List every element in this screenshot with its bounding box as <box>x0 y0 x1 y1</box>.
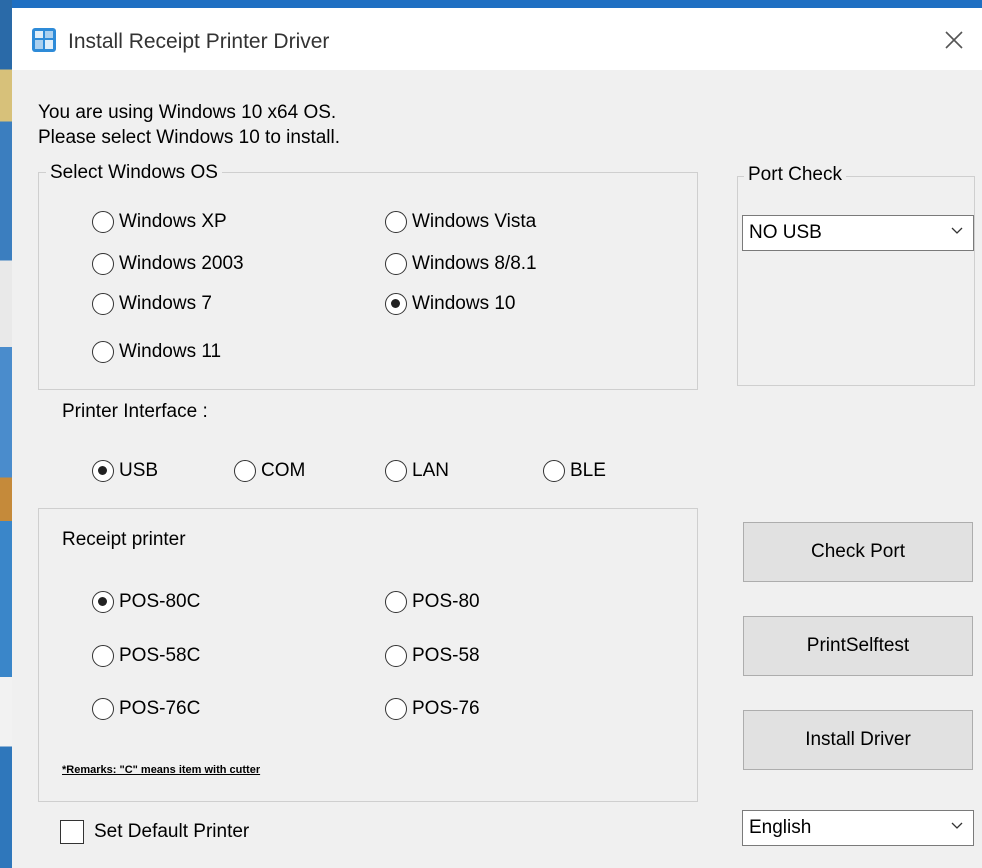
printer-option-pos-58[interactable]: POS-58 <box>385 645 480 667</box>
printer-interface-label: Printer Interface : <box>62 401 208 422</box>
printer-option-label: POS-58 <box>412 645 480 666</box>
radio-indicator <box>234 460 256 482</box>
port-check-group <box>737 176 975 386</box>
radio-indicator <box>92 645 114 667</box>
os-info-line2: Please select Windows 10 to install. <box>38 127 341 148</box>
os-option-label: Windows 8/8.1 <box>412 253 537 274</box>
os-option-windows-2003[interactable]: Windows 2003 <box>92 253 244 275</box>
print-selftest-button[interactable]: PrintSelftest <box>743 616 973 676</box>
radio-indicator-selected <box>92 460 114 482</box>
os-option-windows-xp[interactable]: Windows XP <box>92 211 227 233</box>
printer-option-label: POS-80 <box>412 591 480 612</box>
radio-indicator <box>385 460 407 482</box>
radio-indicator <box>385 645 407 667</box>
title-bar: Install Receipt Printer Driver <box>12 8 982 70</box>
printer-option-label: POS-80C <box>119 591 201 612</box>
chevron-down-icon <box>951 822 963 829</box>
receipt-printer-label: Receipt printer <box>62 529 186 550</box>
set-default-printer-label: Set Default Printer <box>94 821 250 842</box>
language-select[interactable]: English <box>742 810 974 846</box>
interface-option-label: LAN <box>412 460 449 481</box>
radio-indicator <box>92 293 114 315</box>
printer-app-icon <box>32 28 56 52</box>
interface-option-lan[interactable]: LAN <box>385 460 449 482</box>
checkbox-box <box>60 820 84 844</box>
os-option-label: Windows 2003 <box>119 253 244 274</box>
chevron-down-icon <box>951 227 963 234</box>
radio-indicator <box>385 698 407 720</box>
install-driver-button[interactable]: Install Driver <box>743 710 973 770</box>
printer-option-label: POS-76C <box>119 698 201 719</box>
desktop-background-strip <box>0 0 12 868</box>
os-option-label: Windows XP <box>119 211 227 232</box>
radio-indicator-selected <box>385 293 407 315</box>
os-option-windows-11[interactable]: Windows 11 <box>92 341 221 363</box>
os-option-windows-10[interactable]: Windows 10 <box>385 293 516 315</box>
interface-option-label: BLE <box>570 460 606 481</box>
radio-indicator <box>385 253 407 275</box>
os-option-windows-7[interactable]: Windows 7 <box>92 293 212 315</box>
interface-option-ble[interactable]: BLE <box>543 460 606 482</box>
printer-option-label: POS-76 <box>412 698 480 719</box>
radio-indicator <box>92 253 114 275</box>
radio-indicator <box>92 698 114 720</box>
printer-option-pos-58c[interactable]: POS-58C <box>92 645 200 667</box>
window-top-border <box>0 0 982 8</box>
port-select-value: NO USB <box>749 222 822 243</box>
language-select-value: English <box>749 817 812 838</box>
printer-option-pos-76c[interactable]: POS-76C <box>92 698 200 720</box>
printer-option-pos-80c[interactable]: POS-80C <box>92 591 200 613</box>
printer-option-pos-76[interactable]: POS-76 <box>385 698 480 720</box>
interface-option-usb[interactable]: USB <box>92 460 158 482</box>
os-option-label: Windows Vista <box>412 211 537 232</box>
os-info-text: You are using Windows 10 x64 OS. Please … <box>38 100 340 150</box>
interface-option-label: COM <box>261 460 306 481</box>
port-check-legend: Port Check <box>744 164 846 186</box>
window-title: Install Receipt Printer Driver <box>68 30 330 53</box>
radio-indicator <box>385 591 407 613</box>
radio-indicator <box>543 460 565 482</box>
os-info-line1: You are using Windows 10 x64 OS. <box>38 102 337 123</box>
interface-option-label: USB <box>119 460 159 481</box>
select-os-legend: Select Windows OS <box>46 162 222 184</box>
check-port-button[interactable]: Check Port <box>743 522 973 582</box>
os-option-label: Windows 10 <box>412 293 516 314</box>
radio-indicator <box>92 211 114 233</box>
radio-indicator-selected <box>92 591 114 613</box>
os-option-windows-vista[interactable]: Windows Vista <box>385 211 536 233</box>
printer-option-label: POS-58C <box>119 645 201 666</box>
radio-indicator <box>92 341 114 363</box>
close-icon[interactable] <box>940 26 968 54</box>
radio-indicator <box>385 211 407 233</box>
set-default-printer-checkbox[interactable]: Set Default Printer <box>60 820 249 844</box>
port-select[interactable]: NO USB <box>742 215 974 251</box>
cutter-remark: *Remarks: "C" means item with cutter <box>62 764 261 776</box>
interface-option-com[interactable]: COM <box>234 460 305 482</box>
os-option-windows-8[interactable]: Windows 8/8.1 <box>385 253 537 275</box>
os-option-label: Windows 7 <box>119 293 212 314</box>
os-option-label: Windows 11 <box>119 341 222 362</box>
printer-option-pos-80[interactable]: POS-80 <box>385 591 480 613</box>
